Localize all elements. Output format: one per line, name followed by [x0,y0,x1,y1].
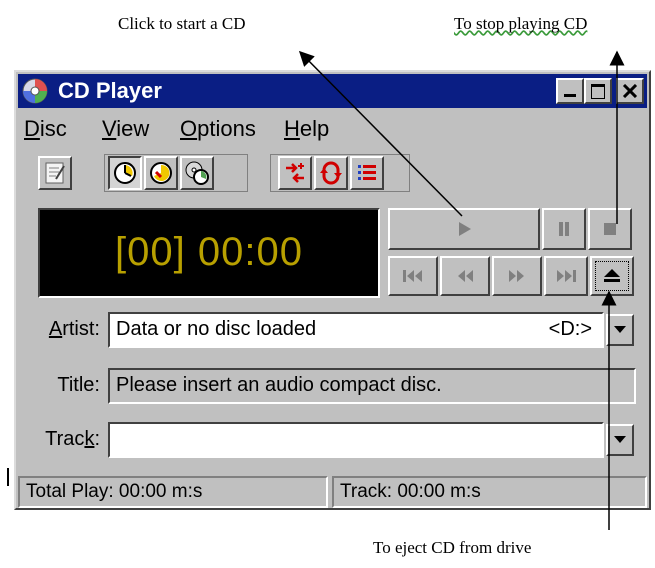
chevron-down-icon [614,436,626,443]
annotation-start-cd: Click to start a CD [118,14,246,33]
continuous-play-button[interactable] [314,156,348,190]
track-status: Track: 00:00 m:s [332,476,647,508]
menu-options-rest: ptions [197,116,256,141]
menu-view[interactable]: View [102,116,149,142]
eject-button[interactable] [590,256,634,296]
title-label: Title: [57,374,100,396]
maximize-icon [591,84,605,99]
track-label-mnemonic: k [84,428,95,450]
menu-bar: Disc View Options Help [18,110,647,146]
window-title: CD Player [58,78,162,103]
time-readout: [00] 00:00 [115,230,303,274]
cd-disc-icon [22,78,48,104]
artist-label-mnemonic: A [48,318,63,340]
pause-icon [559,222,569,236]
artist-label-rest: rtist: [62,318,100,340]
stop-icon [604,223,616,235]
random-order-button[interactable] [278,156,312,190]
track-time-elapsed-button[interactable] [108,156,142,190]
skip-forwards-button[interactable] [492,256,542,296]
menu-help[interactable]: Help [284,116,329,142]
total-play-status: Total Play: 00:00 m:s [18,476,328,508]
track-label: Track: [22,428,100,451]
intro-play-button[interactable] [350,156,384,190]
play-icon [459,222,471,236]
menu-view-rest: iew [116,116,150,141]
cursor-mark [7,468,9,486]
artist-dropdown-button[interactable] [606,314,634,346]
next-track-button[interactable] [544,256,588,296]
maximize-button[interactable] [584,78,612,104]
menu-disc[interactable]: Disc [24,116,67,142]
random-order-icon [286,163,304,183]
menu-disc-mnemonic: D [24,116,40,141]
time-display: [00] 00:00 [38,208,380,298]
minimize-button[interactable] [556,78,584,104]
skip-backwards-button[interactable] [440,256,490,296]
continuous-play-icon [320,161,342,185]
previous-track-icon [403,270,422,282]
track-select[interactable] [108,422,604,458]
menu-disc-rest: isc [39,116,67,141]
eject-icon [604,269,620,282]
annotation-stop-cd: To stop playing CD [454,14,588,33]
menu-options[interactable]: Options [180,116,256,142]
previous-track-button[interactable] [388,256,438,296]
menu-view-mnemonic: V [102,116,117,141]
menu-help-mnemonic: H [284,116,300,141]
edit-playlist-button[interactable] [38,156,72,190]
menu-help-rest: elp [299,116,330,141]
track-label-post: : [94,428,100,450]
artist-select[interactable]: Data or no disc loaded <D:> [108,312,604,348]
intro-play-icon [358,165,376,180]
cd-player-window: CD Player Disc View Options Help [00] 00… [14,70,651,510]
close-icon [622,84,638,98]
pause-button[interactable] [542,208,586,250]
title-bar[interactable]: CD Player [18,74,647,108]
disc-time-remaining-button[interactable] [180,156,214,190]
track-dropdown-button[interactable] [606,424,634,456]
annotation-eject-cd: To eject CD from drive [373,538,532,557]
menu-options-mnemonic: O [180,116,198,141]
edit-playlist-icon [45,162,65,184]
stop-button[interactable] [588,208,632,250]
chevron-down-icon [614,326,626,333]
track-time-remaining-icon [150,162,172,184]
title-field[interactable]: Please insert an audio compact disc. [108,368,636,404]
artist-label: Artist: [22,318,100,341]
track-time-remaining-button[interactable] [144,156,178,190]
play-button[interactable] [388,208,540,250]
disc-time-remaining-icon [185,161,209,185]
close-button[interactable] [616,78,644,104]
skip-forwards-icon [509,270,524,282]
skip-backwards-icon [458,270,473,282]
drive-letter: <D:> [548,318,592,340]
title-value: Please insert an audio compact disc. [116,374,442,396]
artist-value: Data or no disc loaded [116,318,317,340]
track-label-pre: Trac [45,428,85,450]
minimize-icon [564,94,576,97]
track-time-elapsed-icon [114,162,136,184]
next-track-icon [557,270,576,282]
